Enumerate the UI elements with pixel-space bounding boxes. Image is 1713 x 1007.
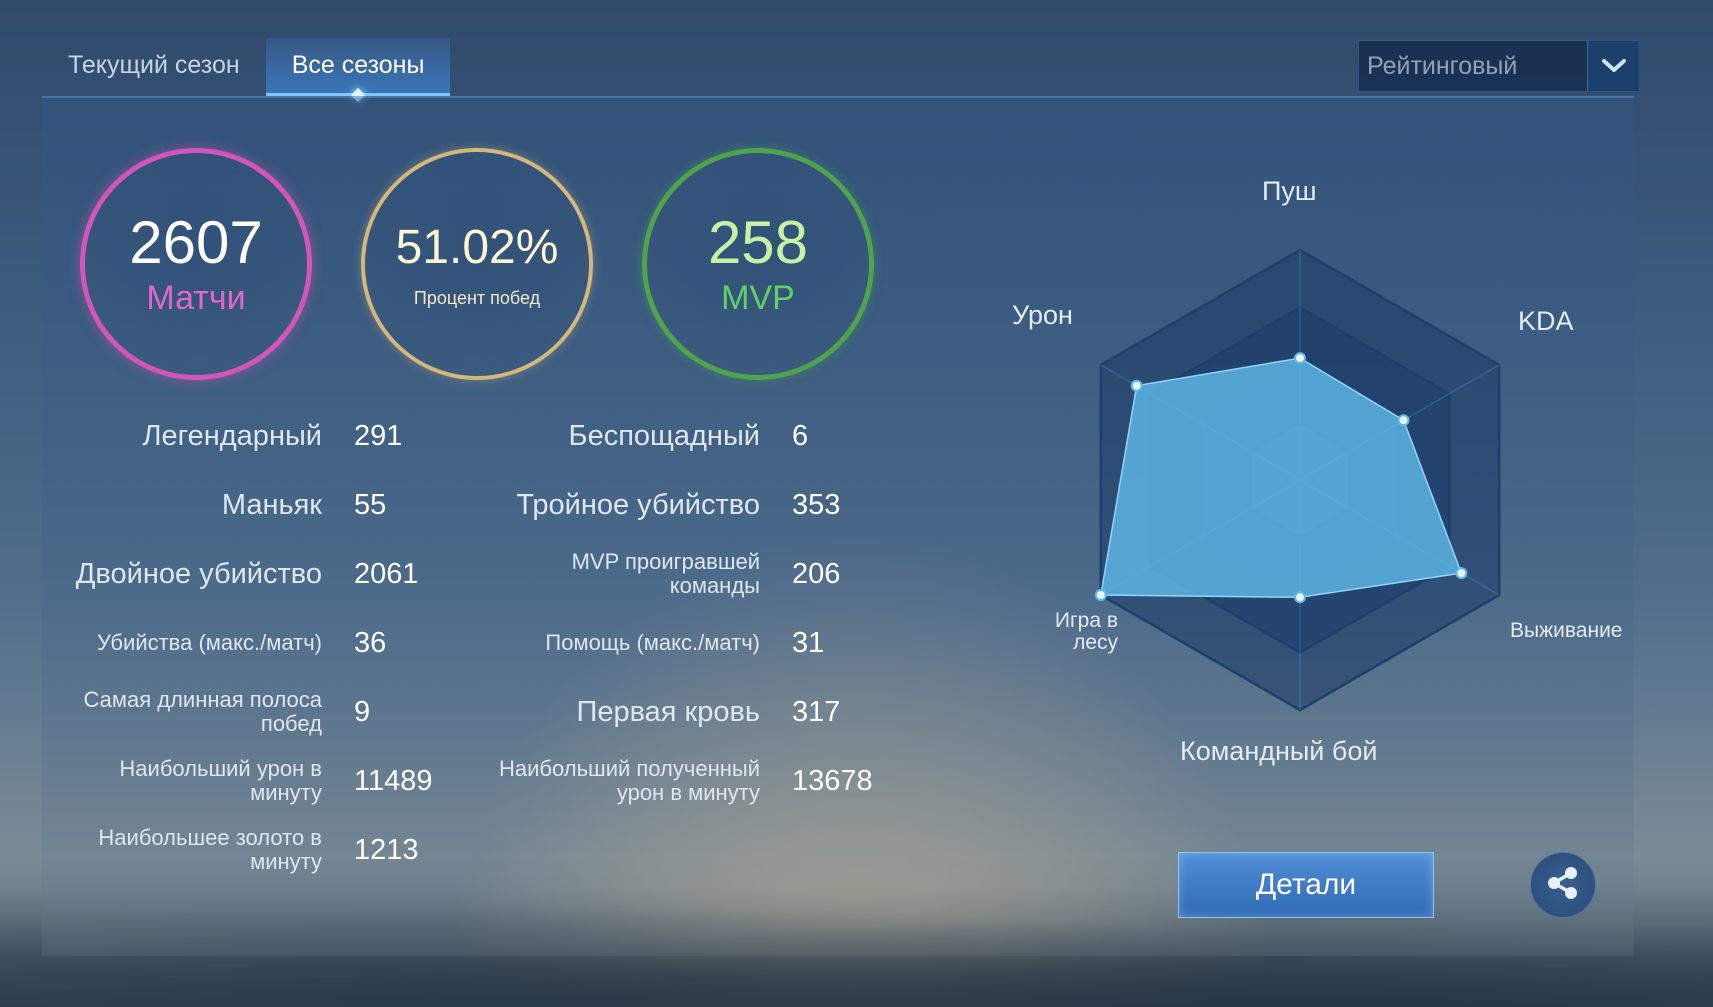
stat-value: 206 (792, 557, 841, 590)
stat-row: Беспощадный 6 (342, 405, 809, 467)
stat-label: Легендарный (142, 420, 322, 452)
season-tabs: Текущий сезон Все сезоны (42, 38, 451, 103)
stat-value: 6 (792, 419, 809, 452)
matches-label: Матчи (146, 278, 246, 317)
stat-label: Тройное убийство (516, 489, 760, 521)
radar-data-point (1455, 567, 1468, 580)
radar-label-teamfight: Командный бой (1180, 736, 1378, 766)
radar-svg (1094, 248, 1501, 712)
radar-label-survival: Выживание (1510, 619, 1623, 642)
winrate-label: Процент побед (413, 287, 541, 308)
radar-data-point (1294, 591, 1306, 604)
stat-label: Маньяк (221, 489, 322, 521)
stat-label: Убийства (макс./матч) (96, 630, 322, 655)
details-button[interactable]: Детали (1178, 852, 1434, 918)
stat-row: Наибольший полученный урон в минуту 1367… (342, 750, 873, 812)
radar-chart: Пуш KDA Выживание Командный бой Игра в л… (990, 150, 1623, 770)
winrate-value: 51.02% (395, 220, 559, 274)
mode-select[interactable]: Рейтинговый (1358, 40, 1640, 92)
tab-all-seasons[interactable]: Все сезоны (265, 38, 451, 103)
mvp-value: 258 (707, 208, 809, 276)
matches-value: 2607 (129, 208, 263, 276)
stat-label: Двойное убийство (75, 558, 322, 590)
stat-row: Наибольшее золото в минуту 1213 (42, 819, 418, 881)
mvp-ring: 258 MVP (642, 148, 874, 380)
stat-value: 13678 (792, 764, 873, 797)
stat-row: Убийства (макс./матч) 36 (42, 612, 386, 674)
stat-row: Маньяк 55 (42, 474, 386, 536)
radar-data-point (1094, 589, 1107, 601)
stat-label: Помощь (макс./матч) (545, 630, 760, 655)
stat-row: Легендарный 291 (42, 405, 403, 467)
radar-label-jungle: Игра в лесу (1054, 609, 1118, 654)
radar-data-point (1397, 414, 1410, 427)
stat-value: 353 (792, 488, 841, 521)
tab-label: Все сезоны (291, 51, 425, 79)
winrate-ring: 51.02% Процент побед (361, 148, 593, 380)
radar-label-kda: KDA (1518, 306, 1574, 336)
stat-label: MVP проигравшей команды (571, 549, 760, 598)
stat-label: Первая кровь (576, 696, 760, 728)
stat-row: Наибольший урон в минуту 11489 (42, 750, 432, 812)
chevron-down-icon[interactable] (1587, 41, 1639, 91)
stat-row: Самая длинная полоса побед 9 (42, 681, 371, 743)
radar-label-push: Пуш (1262, 176, 1317, 206)
stat-label: Самая длинная полоса побед (83, 687, 323, 736)
stat-row: Помощь (макс./матч) 31 (342, 612, 824, 674)
stat-value: 31 (792, 626, 825, 659)
stat-label: Наибольшее золото в минуту (98, 825, 322, 874)
radar-data-point (1294, 352, 1306, 365)
stat-label: Наибольший полученный урон в минуту (498, 756, 760, 805)
stat-label: Беспощадный (568, 420, 760, 452)
stat-row: Первая кровь 317 (342, 681, 840, 743)
stat-row: MVP проигравшей команды 206 (342, 543, 841, 605)
stat-row: Тройное убийство 353 (342, 474, 840, 536)
stat-value: 317 (792, 695, 841, 728)
radar-data-point (1130, 379, 1143, 392)
mvp-label: MVP (721, 278, 795, 317)
share-icon (1543, 863, 1583, 908)
share-button[interactable] (1530, 852, 1596, 918)
matches-ring: 2607 Матчи (80, 148, 312, 380)
radar-label-damage: Урон (1012, 300, 1073, 330)
stat-label: Наибольший урон в минуту (119, 756, 322, 805)
mode-select-value: Рейтинговый (1367, 51, 1518, 80)
tab-current-season[interactable]: Текущий сезон (42, 38, 266, 96)
stat-value: 1213 (354, 833, 419, 866)
stat-row: Двойное убийство 2061 (42, 543, 419, 605)
